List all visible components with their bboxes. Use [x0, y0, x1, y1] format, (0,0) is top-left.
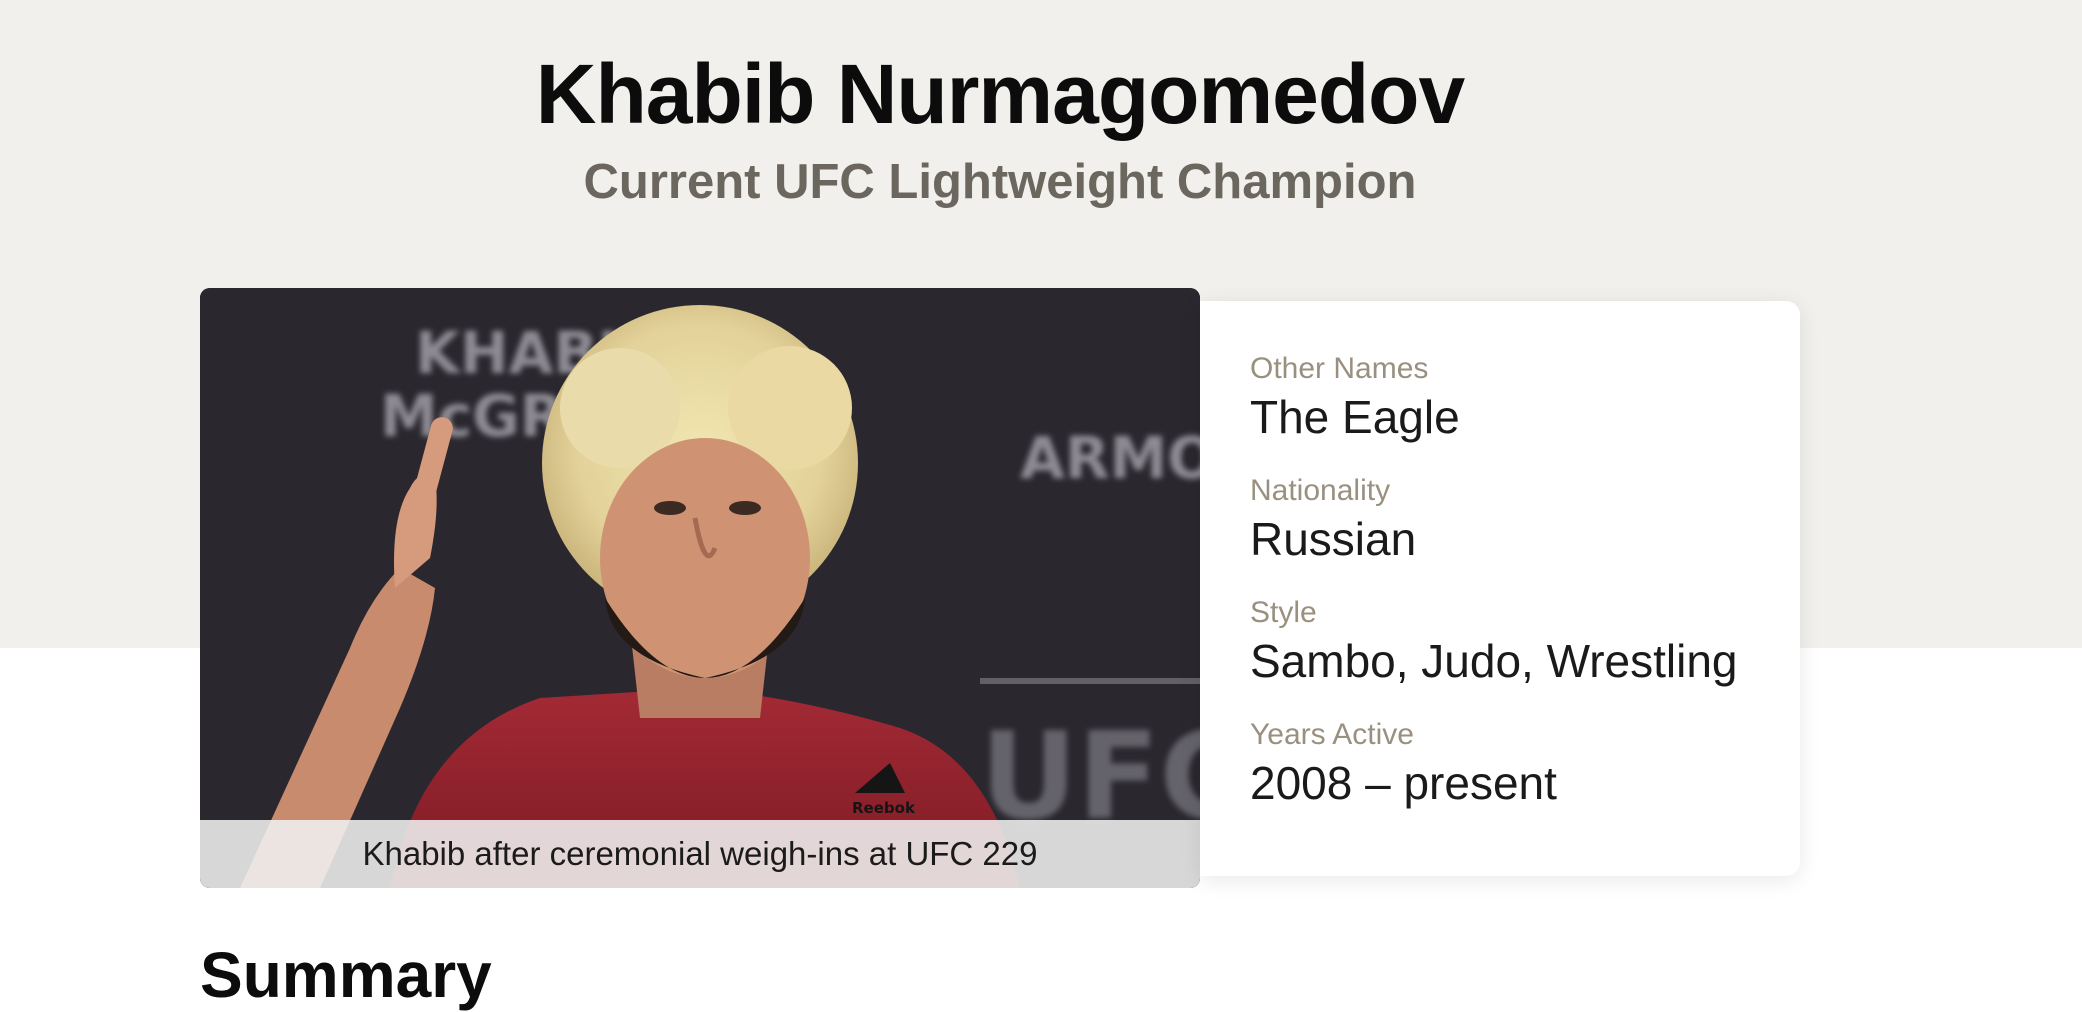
fighter-photo-card: KHABIB v McGREGOR ARMOR UFC Reebok Khabi… [200, 288, 1200, 888]
info-item-years-active: Years Active 2008 – present [1250, 717, 1738, 813]
info-label: Years Active [1250, 718, 1414, 751]
info-label: Other Names [1250, 352, 1429, 385]
info-label: Style [1250, 596, 1317, 629]
info-list: Other Names The Eagle Nationality Russia… [1250, 351, 1738, 839]
info-value: Sambo, Judo, Wrestling [1250, 635, 1738, 687]
info-item-nationality: Nationality Russian [1250, 473, 1738, 569]
photo-caption: Khabib after ceremonial weigh-ins at UFC… [200, 820, 1200, 888]
info-value: Russian [1250, 513, 1417, 565]
fighter-photo: KHABIB v McGREGOR ARMOR UFC Reebok [200, 288, 1200, 888]
info-value: 2008 – present [1250, 757, 1557, 809]
shirt-logo-text: Reebok [852, 799, 916, 817]
page-title: Khabib Nurmagomedov [535, 47, 1465, 141]
backdrop-text: ARMOR [1020, 424, 1200, 492]
info-value: The Eagle [1250, 391, 1460, 443]
info-item-style: Style Sambo, Judo, Wrestling [1250, 595, 1738, 691]
info-item-other-names: Other Names The Eagle [1250, 351, 1738, 447]
info-label: Nationality [1250, 474, 1391, 507]
section-heading-summary: Summary [200, 939, 492, 1011]
fighter-info-card: Other Names The Eagle Nationality Russia… [1200, 301, 1800, 876]
photo-caption-text: Khabib after ceremonial weigh-ins at UFC… [362, 835, 1038, 872]
page-subtitle: Current UFC Lightweight Champion [583, 155, 1417, 209]
